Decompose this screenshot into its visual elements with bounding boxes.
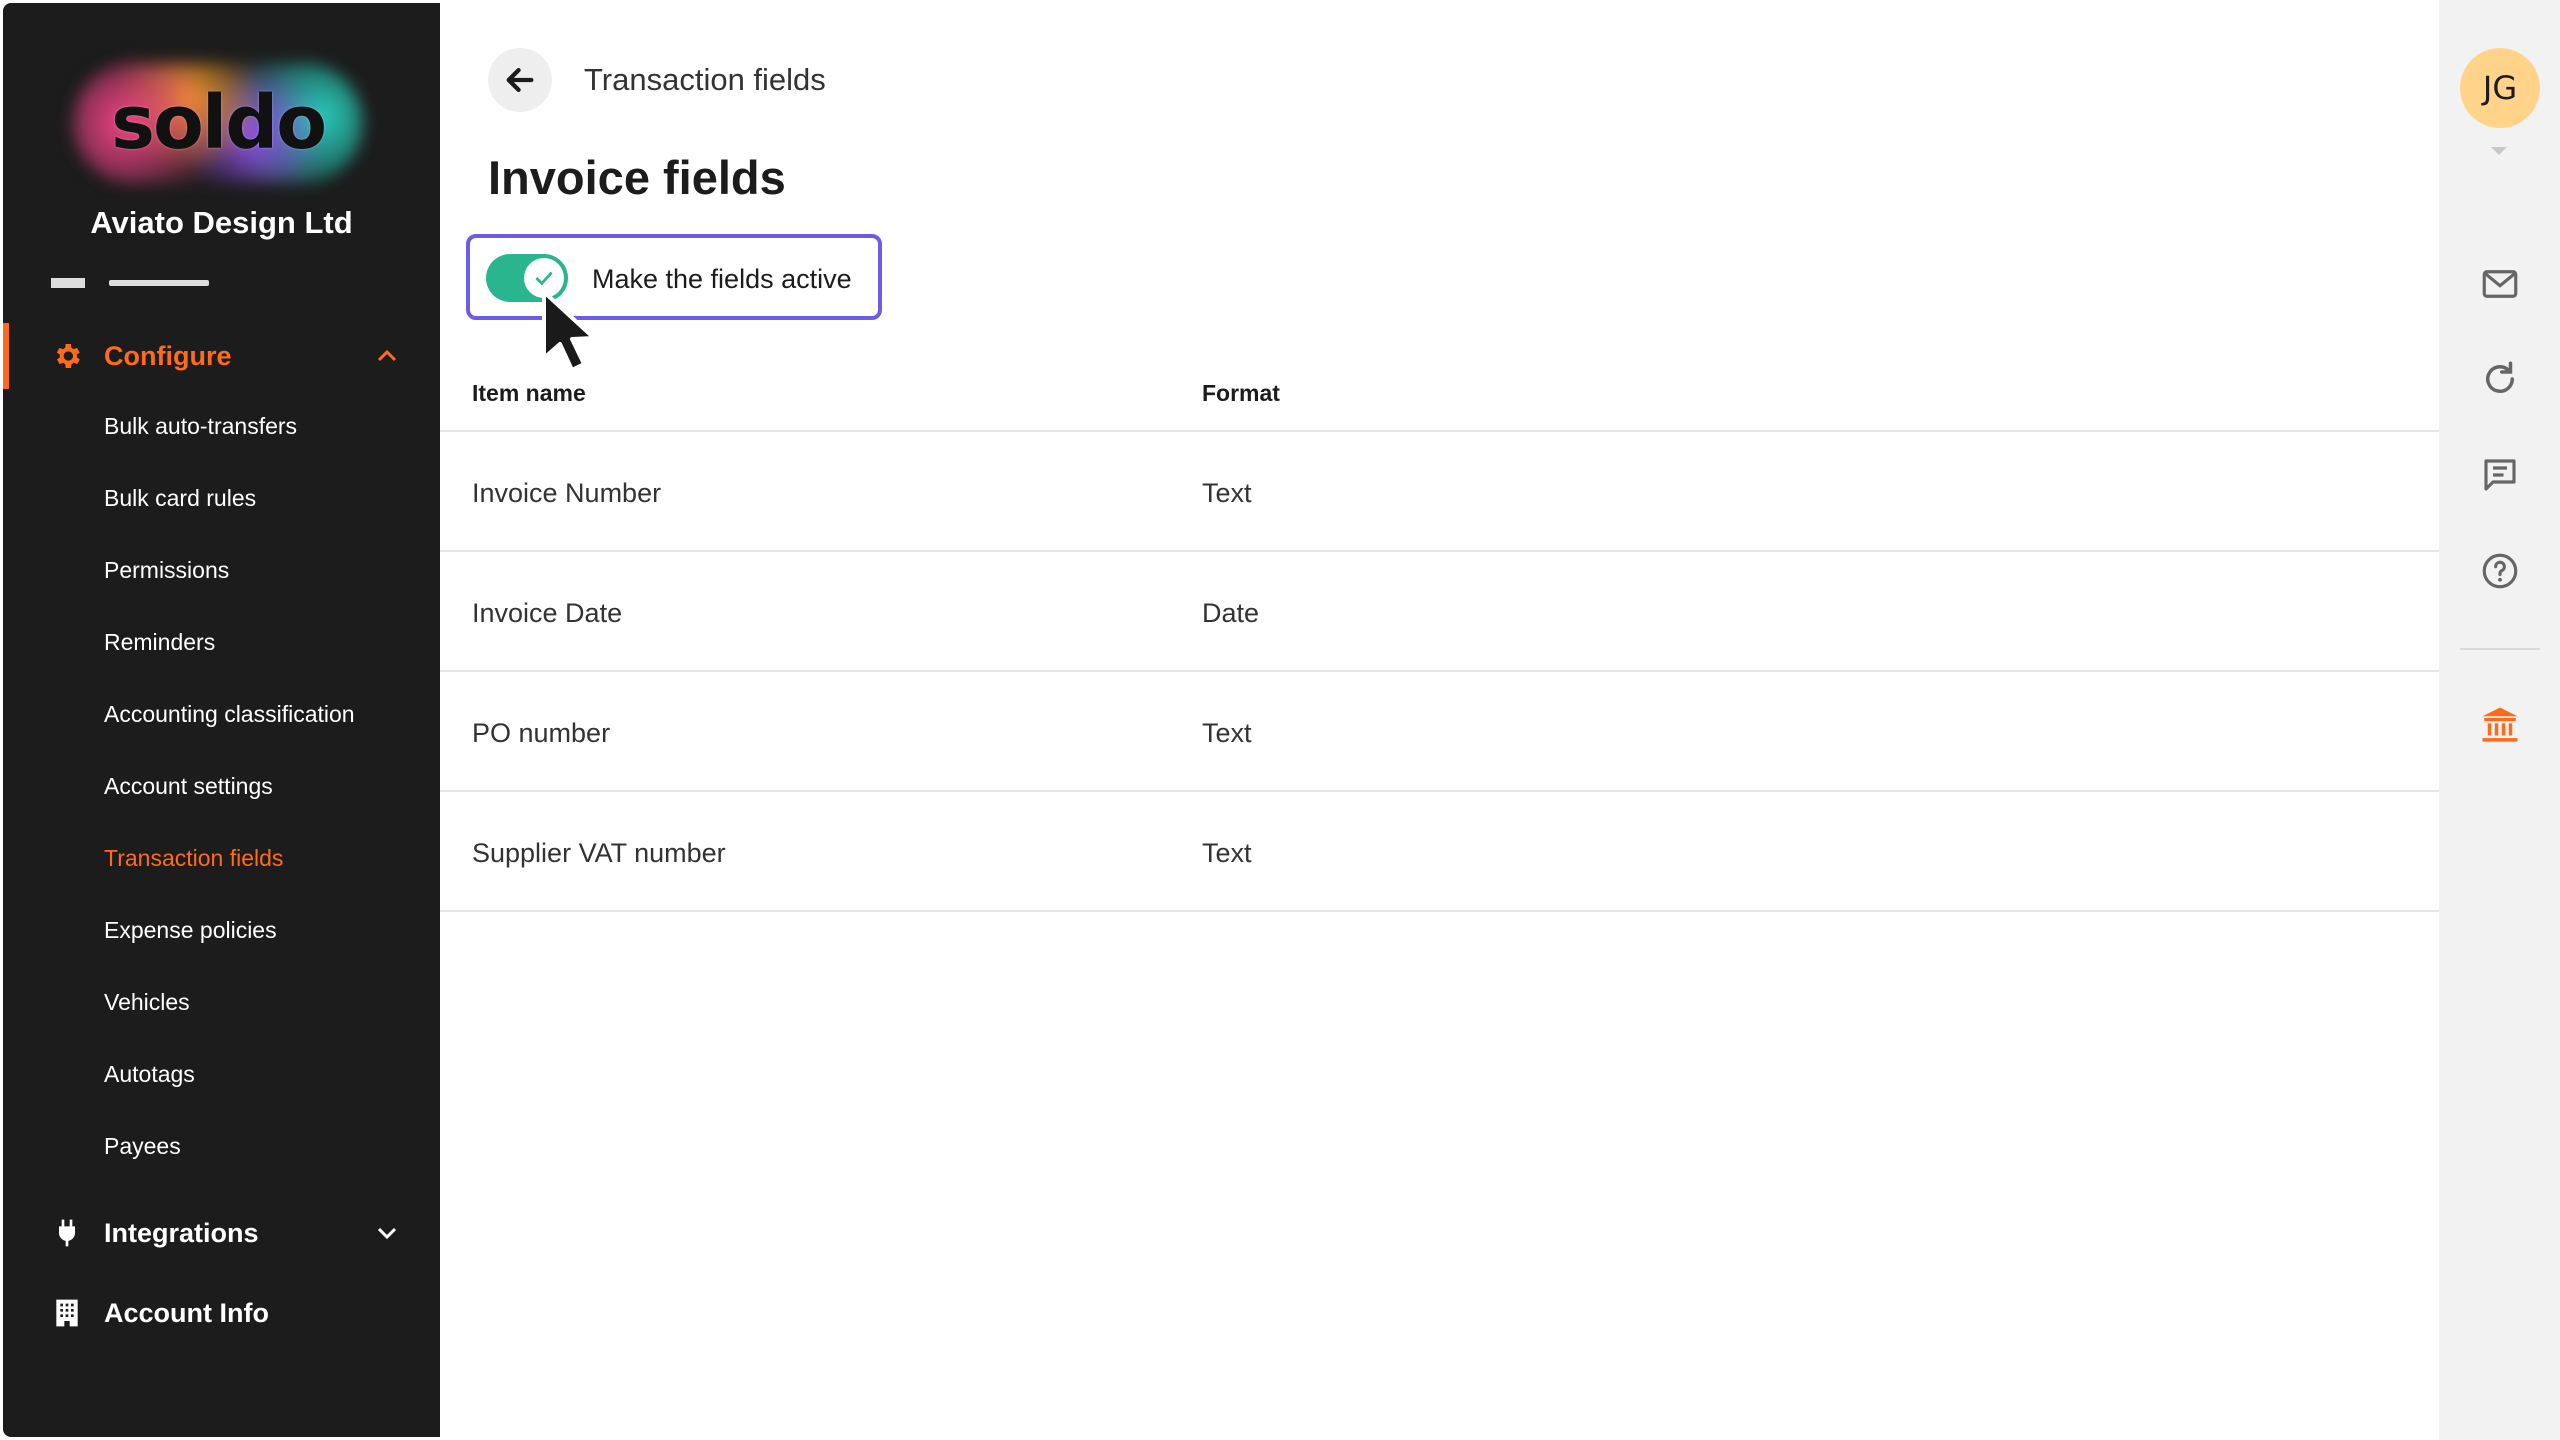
- breadcrumb: Transaction fields: [584, 62, 826, 97]
- sidebar-item-vehicles[interactable]: Vehicles: [104, 989, 190, 1016]
- cell-format: Date: [1202, 598, 1260, 628]
- sidebar-item-reminders[interactable]: Reminders: [104, 629, 215, 656]
- table-divider: [440, 910, 2439, 912]
- sidebar-item-bulk-card-rules[interactable]: Bulk card rules: [104, 485, 256, 512]
- nav-integrations[interactable]: Integrations: [3, 1203, 440, 1263]
- sidebar-item-account-settings[interactable]: Account settings: [104, 773, 273, 800]
- arrow-left-icon: [506, 67, 534, 93]
- cell-item-name: Invoice Number: [472, 478, 662, 508]
- rail-divider: [2460, 648, 2540, 650]
- refresh-icon[interactable]: [2479, 358, 2521, 400]
- cell-format: Text: [1202, 838, 1252, 868]
- caret-down-icon[interactable]: [2489, 145, 2509, 157]
- column-header-item-name[interactable]: Item name: [472, 380, 586, 407]
- bank-icon[interactable]: [2479, 704, 2521, 746]
- nav-configure[interactable]: Configure: [3, 323, 440, 389]
- chevron-up-icon[interactable]: [375, 346, 399, 366]
- toggle-label: Make the fields active: [592, 264, 852, 294]
- soldo-logo[interactable]: soldo: [73, 63, 363, 183]
- nav-item-reports-partial[interactable]: [51, 268, 221, 290]
- back-button[interactable]: [488, 48, 552, 112]
- table-divider: [440, 670, 2439, 672]
- table-divider: [440, 430, 2439, 432]
- sidebar-item-transaction-fields[interactable]: Transaction fields: [104, 845, 283, 872]
- table-divider: [440, 790, 2439, 792]
- building-icon: [56, 1299, 78, 1327]
- cell-format: Text: [1202, 478, 1252, 508]
- table-divider: [440, 550, 2439, 552]
- page-title: Invoice fields: [488, 151, 786, 204]
- nav-configure-label: Configure: [104, 341, 232, 371]
- company-name: Aviato Design Ltd: [90, 205, 353, 240]
- sidebar-item-payees[interactable]: Payees: [104, 1133, 181, 1160]
- cell-item-name: Supplier VAT number: [472, 838, 726, 868]
- sidebar-item-accounting-classification[interactable]: Accounting classification: [104, 701, 355, 728]
- nav-account-info[interactable]: Account Info: [3, 1283, 440, 1343]
- gear-icon: [56, 344, 80, 368]
- mail-icon[interactable]: [2479, 263, 2521, 305]
- sidebar-item-permissions[interactable]: Permissions: [104, 557, 229, 584]
- cell-format: Text: [1202, 718, 1252, 748]
- sidebar-item-autotags[interactable]: Autotags: [104, 1061, 195, 1088]
- column-header-format[interactable]: Format: [1202, 380, 1280, 407]
- avatar[interactable]: JG: [2460, 48, 2540, 128]
- mouse-cursor-icon: [542, 290, 596, 372]
- nav-account-info-label: Account Info: [104, 1298, 269, 1328]
- sidebar-item-expense-policies[interactable]: Expense policies: [104, 917, 277, 944]
- help-icon[interactable]: [2479, 550, 2521, 592]
- chevron-down-icon[interactable]: [375, 1223, 399, 1243]
- cell-item-name: Invoice Date: [472, 598, 623, 628]
- sidebar: soldo Aviato Design Ltd Configure Bulk a…: [3, 3, 440, 1437]
- sidebar-item-bulk-auto-transfers[interactable]: Bulk auto-transfers: [104, 413, 297, 440]
- main-content: [440, 0, 2439, 1440]
- chat-icon[interactable]: [2479, 454, 2521, 496]
- plug-icon: [59, 1219, 75, 1247]
- nav-integrations-label: Integrations: [104, 1218, 259, 1248]
- cell-item-name: PO number: [472, 718, 611, 748]
